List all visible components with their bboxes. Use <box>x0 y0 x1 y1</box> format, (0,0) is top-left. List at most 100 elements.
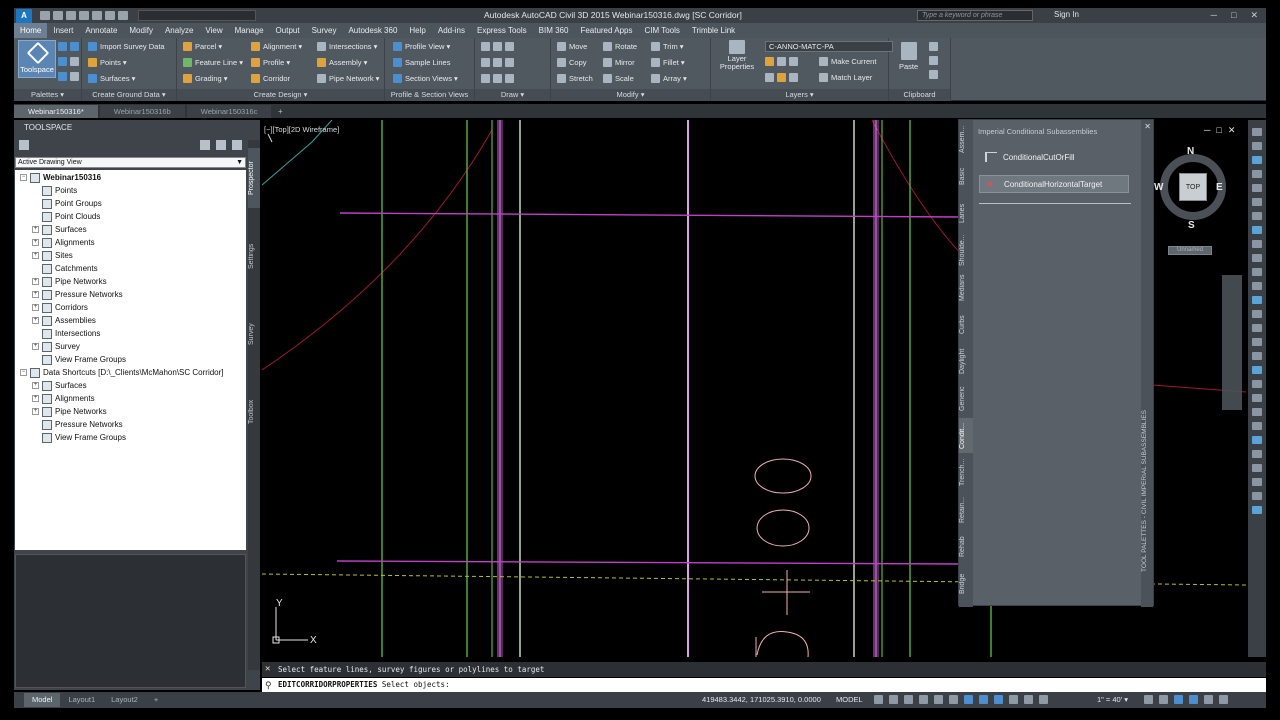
close-icon[interactable]: ✕ <box>265 662 270 677</box>
redo-icon[interactable] <box>118 11 128 20</box>
parcel-button[interactable]: Parcel ▾ <box>183 42 222 51</box>
palette-tab[interactable]: Medians <box>959 270 973 305</box>
alignment-button[interactable]: Alignment ▾ <box>251 42 302 51</box>
stretch-button[interactable]: Stretch <box>557 74 593 83</box>
mirror-button[interactable]: Mirror <box>603 58 635 67</box>
document-tab[interactable]: Webinar150316b <box>99 105 185 118</box>
compass-west[interactable]: W <box>1154 182 1163 193</box>
palettes-panel-title[interactable]: Palettes ▾ <box>14 89 81 101</box>
palette-tool-item[interactable]: ConditionalCutOrFill <box>979 148 1129 166</box>
tree-item[interactable]: + Corridors <box>32 301 88 314</box>
compass-east[interactable]: E <box>1216 182 1223 193</box>
ribbon-tab-insert[interactable]: Insert <box>47 23 79 38</box>
sample-lines-button[interactable]: Sample Lines <box>393 58 450 67</box>
print-icon[interactable] <box>92 11 102 20</box>
tree-item[interactable]: Point Clouds <box>32 210 100 223</box>
ucs-menu[interactable]: Unnamed <box>1168 246 1212 255</box>
palette-tab[interactable]: Lanes <box>959 196 973 231</box>
ribbon-tab-trimble-link[interactable]: Trimble Link <box>686 23 741 38</box>
tree-item[interactable]: − Data Shortcuts [D:\_Clients\McMahon\SC … <box>20 366 224 379</box>
ribbon-tab-analyze[interactable]: Analyze <box>159 23 199 38</box>
tree-item[interactable]: Intersections <box>32 327 100 340</box>
ribbon-tab-autodesk-360[interactable]: Autodesk 360 <box>342 23 403 38</box>
viewcube[interactable]: TOP N S E W Unnamed <box>1154 146 1246 255</box>
maximize-icon[interactable]: □ <box>1216 125 1221 136</box>
palette-tab[interactable]: Basic <box>959 159 973 194</box>
auto-scale-icon[interactable] <box>1039 695 1048 704</box>
tree-item[interactable]: + Alignments <box>32 392 95 405</box>
match-layer-button[interactable]: Match Layer <box>819 73 872 82</box>
document-tab[interactable]: Webinar150316* <box>14 105 98 118</box>
annotation-scale-select[interactable]: 1" = 40' ▾ <box>1097 692 1128 708</box>
toolbar-icon[interactable] <box>1252 254 1262 262</box>
snap-icon[interactable] <box>889 695 898 704</box>
expand-icon[interactable]: + <box>32 252 39 259</box>
selection-cycling-icon[interactable] <box>1009 695 1018 704</box>
intersections-button[interactable]: Intersections ▾ <box>317 42 377 51</box>
menu-icon[interactable] <box>1219 695 1228 704</box>
toolspace-tab-settings[interactable]: Settings <box>248 226 260 286</box>
open-icon[interactable] <box>53 11 63 20</box>
ribbon-tab-home[interactable]: Home <box>14 23 48 38</box>
toolspace-tab-prospector[interactable]: Prospector <box>248 148 260 208</box>
rotate-button[interactable]: Rotate <box>603 42 637 51</box>
toolbar-icon[interactable] <box>1252 338 1262 346</box>
annotation-visibility-icon[interactable] <box>1024 695 1033 704</box>
ribbon-tab-survey[interactable]: Survey <box>306 23 343 38</box>
polar-icon[interactable] <box>919 695 928 704</box>
tree-item[interactable]: Pressure Networks <box>32 418 123 431</box>
lineweight-icon[interactable] <box>979 695 988 704</box>
ribbon-tab-annotate[interactable]: Annotate <box>79 23 123 38</box>
gear-icon[interactable] <box>1144 695 1153 704</box>
palette-tab[interactable]: Assem... <box>959 122 973 157</box>
palette-tab[interactable]: Rehab <box>959 529 973 564</box>
undo-icon[interactable] <box>105 11 115 20</box>
toolbar-icon[interactable] <box>1252 352 1262 360</box>
layer-dropdown[interactable]: C-ANNO-MATC-PA <box>765 41 893 52</box>
plus-icon[interactable] <box>1159 695 1168 704</box>
maximize-icon[interactable]: □ <box>1231 10 1236 21</box>
minimize-icon[interactable]: ─ <box>1211 10 1217 21</box>
palette-tab[interactable]: Bridge <box>959 566 973 601</box>
command-input[interactable]: EDITCORRIDORPROPERTIES Select objects: <box>262 678 1266 692</box>
toolspace-layout-icon[interactable] <box>200 140 210 150</box>
expand-icon[interactable]: + <box>32 291 39 298</box>
create-ground-data-title[interactable]: Create Ground Data ▾ <box>82 89 176 101</box>
layout-tab-layout2[interactable]: Layout2 <box>103 693 146 707</box>
expand-icon[interactable]: + <box>32 304 39 311</box>
array-button[interactable]: Array ▾ <box>651 74 687 83</box>
ribbon-tab-bim-360[interactable]: BIM 360 <box>533 23 575 38</box>
toolbar-icon[interactable] <box>1252 184 1262 192</box>
layer-tools-icons[interactable] <box>765 73 798 82</box>
toolbar-icon[interactable] <box>1252 156 1262 164</box>
tree-item[interactable]: + Assemblies <box>32 314 96 327</box>
tree-item[interactable]: Point Groups <box>32 197 102 210</box>
collapse-icon[interactable]: − <box>20 369 27 376</box>
tree-item[interactable]: View Frame Groups <box>32 353 126 366</box>
points-button[interactable]: Points ▾ <box>88 58 127 67</box>
add-layout-button[interactable]: + <box>146 693 166 707</box>
navigation-bar[interactable] <box>1222 275 1242 410</box>
section-views-button[interactable]: Section Views ▾ <box>393 74 458 83</box>
new-icon[interactable] <box>40 11 50 20</box>
toolbar-icon[interactable] <box>1252 282 1262 290</box>
toolbar-icon[interactable] <box>1252 394 1262 402</box>
create-design-title[interactable]: Create Design ▾ <box>177 89 384 101</box>
grading-button[interactable]: Grading ▾ <box>183 74 228 83</box>
transparency-icon[interactable] <box>994 695 1003 704</box>
toolspace-detach-icon[interactable] <box>216 140 226 150</box>
toolbar-icon[interactable] <box>1252 142 1262 150</box>
workspace-select[interactable] <box>138 10 256 21</box>
toolbar-icon[interactable] <box>1252 422 1262 430</box>
object-snap-tracking-icon[interactable] <box>949 695 958 704</box>
toolspace-tab-toolbox[interactable]: Toolbox <box>248 382 260 442</box>
ribbon-tab-modify[interactable]: Modify <box>123 23 159 38</box>
ribbon-tab-help[interactable]: Help <box>403 23 431 38</box>
expand-icon[interactable]: + <box>32 395 39 402</box>
import-survey-data-button[interactable]: Import Survey Data <box>88 42 165 51</box>
search-icon[interactable]: ⚲ <box>265 680 272 691</box>
copy-button[interactable]: Copy <box>557 58 587 67</box>
collapse-icon[interactable]: − <box>20 174 27 181</box>
expand-icon[interactable]: + <box>32 239 39 246</box>
toolbar-icon[interactable] <box>1252 506 1262 514</box>
